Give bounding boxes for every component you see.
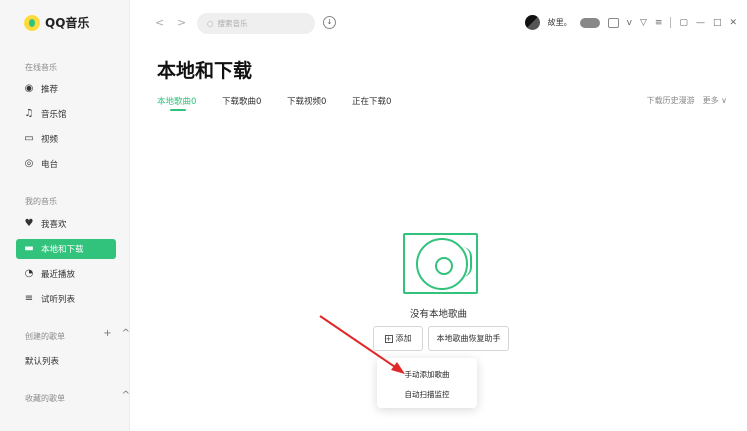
tab-downloaded-videos[interactable]: 下载视频0: [287, 95, 326, 107]
menu-icon[interactable]: ≡: [655, 18, 663, 28]
playlist-icon: ≡: [24, 293, 34, 304]
page-title: 本地和下载: [157, 60, 253, 82]
sidebar-item-favorites[interactable]: ♥ 我喜欢: [16, 214, 116, 234]
skin-icon[interactable]: ▽: [640, 18, 647, 28]
video-icon: ▭: [24, 133, 34, 144]
maximize-icon[interactable]: □: [713, 18, 722, 28]
monitor-icon: ▬: [24, 243, 34, 254]
user-name[interactable]: 故里。: [548, 17, 572, 28]
mail-icon[interactable]: [607, 17, 619, 28]
sidebar-item-label: 视频: [41, 135, 59, 145]
more-label: 更多: [702, 96, 719, 105]
empty-music-illustration: [403, 233, 478, 294]
radio-icon: ◎: [24, 158, 34, 169]
heart-icon: ♥: [24, 218, 34, 229]
app-name: QQ音乐: [45, 16, 90, 30]
music-note-icon: ♫: [24, 108, 34, 119]
section-title-created: 创建的歌单 + ^: [25, 328, 130, 342]
right-links: 下载历史漫游 更多 ∨: [647, 95, 727, 106]
collapse-icon[interactable]: ^: [122, 390, 130, 401]
app-logo[interactable]: QQ音乐: [24, 14, 89, 31]
collapse-icon[interactable]: ^: [122, 328, 130, 339]
search-placeholder: 搜索音乐: [217, 19, 248, 28]
sidebar-item-recent[interactable]: ◔ 最近播放: [16, 264, 116, 284]
disc-icon: [416, 238, 468, 290]
download-history-link[interactable]: 下载历史漫游: [647, 95, 695, 106]
qq-music-logo-icon: [24, 14, 40, 31]
divider: [670, 17, 672, 28]
chevron-down-icon: ∨: [721, 96, 727, 105]
tab-local-songs[interactable]: 本地歌曲0: [157, 95, 196, 107]
plus-icon: +: [384, 334, 393, 343]
sidebar-item-default-list[interactable]: 默认列表: [25, 355, 59, 367]
sidebar-item-label: 音乐馆: [41, 110, 67, 120]
add-button-label: 添加: [395, 334, 412, 343]
add-playlist-icon[interactable]: +: [103, 328, 111, 339]
sidebar-item-music-hall[interactable]: ♫ 音乐馆: [16, 104, 116, 124]
record-icon: ◉: [24, 83, 34, 94]
voice-search-icon[interactable]: ↓: [323, 16, 336, 29]
sidebar-item-recommend[interactable]: ◉ 推荐: [16, 79, 116, 99]
search-icon: ○: [207, 19, 214, 28]
sidebar-item-radio[interactable]: ◎ 电台: [16, 154, 116, 174]
top-bar: < > ○ 搜索音乐 ↓ 故里。 v ▽ ≡ ▢ — □ ✕: [130, 0, 747, 46]
avatar[interactable]: [524, 15, 540, 30]
sidebar-item-label: 推荐: [41, 85, 59, 95]
section-title-my-music: 我的音乐: [25, 197, 57, 206]
disc-arc-icon: [462, 247, 472, 277]
tab-downloaded-songs[interactable]: 下载歌曲0: [222, 95, 261, 107]
clock-icon: ◔: [24, 268, 34, 279]
menu-item-manual-add[interactable]: 手动添加歌曲: [377, 369, 477, 380]
top-right-controls: 故里。 v ▽ ≡ ▢ — □ ✕: [524, 15, 737, 30]
menu-item-auto-scan[interactable]: 自动扫描监控: [377, 389, 477, 400]
forward-icon[interactable]: >: [177, 16, 186, 29]
search-input[interactable]: ○ 搜索音乐: [197, 13, 315, 34]
sidebar-item-local-download[interactable]: ▬ 本地和下载: [16, 239, 116, 259]
active-tab-indicator: [170, 109, 186, 111]
restore-helper-button[interactable]: 本地歌曲恢复助手: [428, 326, 509, 351]
add-button[interactable]: + 添加: [373, 326, 423, 351]
sidebar-item-label: 我喜欢: [41, 220, 67, 230]
close-icon[interactable]: ✕: [729, 18, 737, 28]
sidebar-item-label: 本地和下载: [41, 245, 84, 255]
section-title-collected-label: 收藏的歌单: [25, 394, 65, 403]
sidebar-item-label: 最近播放: [41, 270, 76, 280]
empty-state-text: 没有本地歌曲: [410, 309, 468, 320]
sidebar-item-label: 试听列表: [41, 295, 76, 305]
tab-downloading[interactable]: 正在下载0: [352, 95, 391, 107]
section-title-collected: 收藏的歌单 ^: [25, 390, 130, 404]
section-title-created-label: 创建的歌单: [25, 332, 65, 341]
chevron-down-icon[interactable]: v: [627, 18, 632, 28]
section-title-online: 在线音乐: [25, 63, 57, 72]
vip-badge-icon[interactable]: [579, 17, 600, 28]
sidebar-item-label: 电台: [41, 160, 59, 170]
add-dropdown-menu: 手动添加歌曲 自动扫描监控: [377, 358, 477, 408]
more-link[interactable]: 更多 ∨: [703, 95, 727, 106]
sidebar-item-video[interactable]: ▭ 视频: [16, 129, 116, 149]
back-icon[interactable]: <: [155, 16, 164, 29]
sidebar: QQ音乐 在线音乐 ◉ 推荐 ♫ 音乐馆 ▭ 视频 ◎ 电台 我的音乐 ♥ 我喜…: [0, 0, 130, 431]
mini-mode-icon[interactable]: ▢: [679, 18, 688, 28]
sidebar-item-trial-list[interactable]: ≡ 试听列表: [16, 289, 116, 309]
minimize-icon[interactable]: —: [696, 18, 705, 28]
